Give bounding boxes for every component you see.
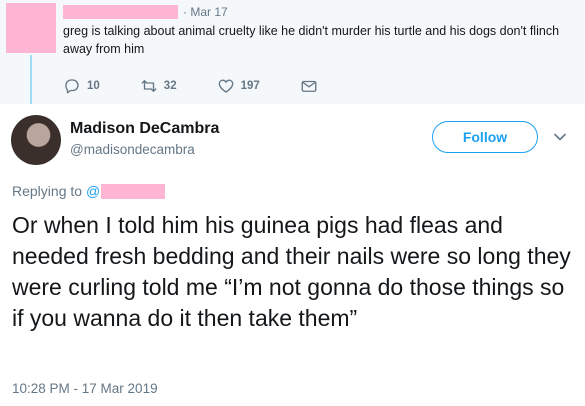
direct-message-icon xyxy=(301,80,317,92)
parent-tweet-text: greg is talking about animal cruelty lik… xyxy=(63,24,560,56)
like-icon xyxy=(218,79,233,93)
parent-tweet[interactable]: · Mar 17 greg is talking about animal cr… xyxy=(0,0,585,104)
retweet-count: 32 xyxy=(163,80,177,92)
retweet-icon xyxy=(141,80,157,92)
redacted-avatar xyxy=(6,3,56,53)
redacted-mention xyxy=(101,183,166,199)
replying-to-mention[interactable]: @ xyxy=(86,183,100,199)
author-handle[interactable]: @madisondecambra xyxy=(70,142,195,157)
tweet-actions: 10 32 197 xyxy=(63,76,324,96)
tweet-timestamp[interactable]: 10:28 PM - 17 Mar 2019 xyxy=(12,381,158,396)
replying-to: Replying to @ xyxy=(12,183,166,199)
reply-icon xyxy=(65,79,79,94)
like-count: 197 xyxy=(240,80,260,92)
reply-button[interactable]: 10 xyxy=(63,77,100,95)
direct-message-button[interactable] xyxy=(300,77,324,95)
tweet-text: Or when I told him his guinea pigs had f… xyxy=(12,212,571,331)
reply-count: 10 xyxy=(87,80,100,92)
redacted-author-name xyxy=(63,5,178,19)
parent-tweet-date[interactable]: · Mar 17 xyxy=(183,5,228,19)
chevron-down-icon[interactable] xyxy=(553,130,567,144)
retweet-button[interactable]: 32 xyxy=(140,77,177,95)
author-name[interactable]: Madison DeCambra xyxy=(70,120,219,138)
thread-connector-line xyxy=(30,55,32,104)
replying-to-label: Replying to xyxy=(12,183,83,199)
like-button[interactable]: 197 xyxy=(217,77,260,95)
follow-button[interactable]: Follow xyxy=(432,121,538,153)
author-avatar[interactable] xyxy=(11,115,61,165)
